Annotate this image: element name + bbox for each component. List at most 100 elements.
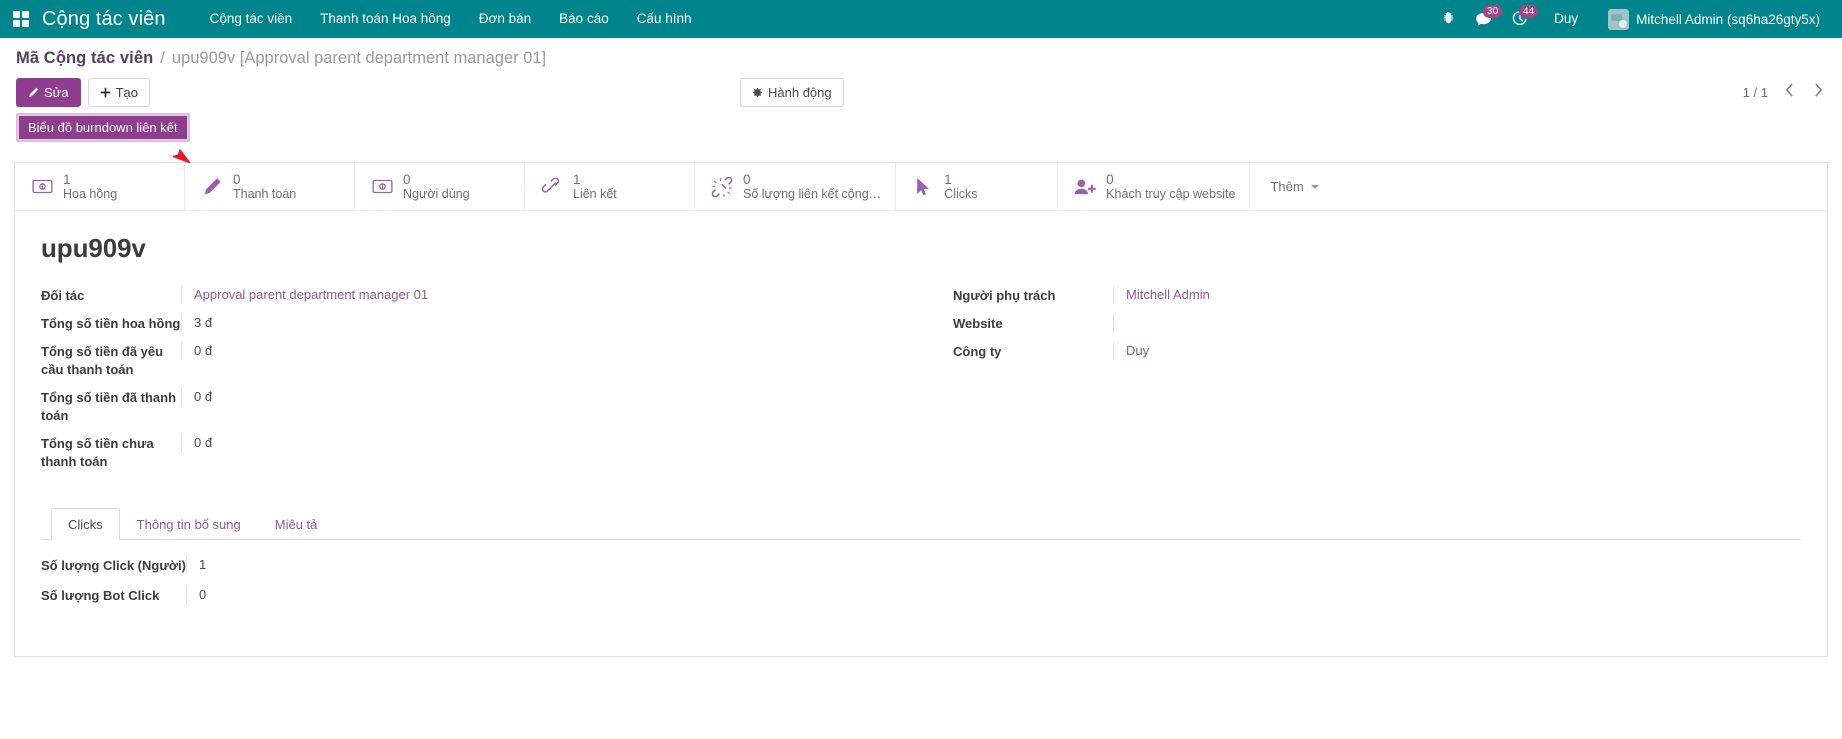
user-menu[interactable]: Mitchell Admin (sq6ha26gty5x) (1594, 0, 1828, 38)
stat-value: 1 (63, 172, 117, 187)
stat-label: Thanh toán (233, 187, 296, 201)
pencil-icon (201, 176, 223, 198)
field-label: Người phụ trách (953, 286, 1113, 305)
stat-value: 0 (743, 172, 881, 187)
company-switcher[interactable]: Duy (1538, 0, 1594, 38)
nav-menu-thanh-toan-hoa-hong[interactable]: Thanh toán Hoa hồng (306, 0, 465, 38)
stat-text: 1 Clicks (944, 172, 977, 201)
burndown-chart-button[interactable]: Biểu đồ burndown liên kết (16, 113, 190, 142)
field-so-luong-bot-click: Số lượng Bot Click 0 (41, 586, 1801, 605)
nav-menu-cong-tac-vien[interactable]: Cộng tác viên (196, 0, 307, 38)
stat-value: 1 (944, 172, 977, 187)
stat-text: 0 Khách truy cập website (1106, 172, 1235, 201)
field-value (1113, 314, 1801, 332)
form-column-left: Đối tác Approval parent department manag… (41, 286, 921, 480)
money-bill-icon (31, 176, 53, 198)
field-value: 3 đ (181, 314, 921, 332)
tab-thong-tin-bo-sung[interactable]: Thông tin bổ sung (120, 508, 258, 540)
breadcrumb-separator: / (160, 49, 165, 68)
page-title: upu909v (41, 233, 1801, 264)
stat-more-dropdown[interactable]: Thêm (1250, 163, 1338, 210)
field-value: 1 (186, 556, 1801, 574)
field-value[interactable]: Duy (1113, 342, 1801, 360)
stat-button-lien-ket[interactable]: 1 Liên kết (525, 163, 695, 210)
field-label: Số lượng Click (Người) (41, 556, 186, 575)
field-tong-so-tien-da-yeu-cau-thanh-toan: Tổng số tiền đã yêu cầu thanh toán 0 đ (41, 342, 921, 379)
nav-menu-bao-cao[interactable]: Báo cáo (545, 0, 623, 38)
bug-icon[interactable] (1432, 0, 1465, 38)
stat-label: Liên kết (573, 187, 617, 201)
messages-count-badge: 30 (1483, 5, 1502, 18)
tab-clicks[interactable]: Clicks (51, 508, 120, 540)
field-label: Tổng số tiền hoa hồng (41, 314, 181, 333)
create-button-label: Tạo (116, 84, 138, 101)
edit-button-label: Sửa (44, 84, 69, 101)
breadcrumb: Mã Cộng tác viên / upu909v [Approval par… (0, 38, 1842, 68)
form-sheet: 1 Hoa hồng 0 Thanh toán (14, 162, 1828, 657)
stat-button-bar: 1 Hoa hồng 0 Thanh toán (15, 163, 1827, 211)
stat-text: 0 Người dùng (403, 172, 470, 201)
mouse-pointer-icon (912, 176, 934, 198)
stat-value: 1 (573, 172, 617, 187)
field-tong-so-tien-hoa-hong: Tổng số tiền hoa hồng 3 đ (41, 314, 921, 333)
chevron-left-icon[interactable] (1782, 83, 1797, 101)
chevron-down-icon (1311, 185, 1319, 189)
burndown-row: Biểu đồ burndown liên kết (0, 108, 1842, 153)
nav-menu-don-ban[interactable]: Đơn bán (465, 0, 545, 38)
plus-icon (100, 87, 111, 98)
money-bill-icon (371, 176, 393, 198)
stat-button-hoa-hong[interactable]: 1 Hoa hồng (15, 163, 185, 210)
field-label: Tổng số tiền đã yêu cầu thanh toán (41, 342, 181, 379)
field-value: 0 (186, 586, 1801, 604)
field-label: Công ty (953, 342, 1113, 361)
action-button[interactable]: Hành động (740, 78, 844, 107)
activities-count-badge: 44 (1519, 5, 1538, 18)
stat-text: 1 Hoa hồng (63, 172, 117, 201)
activities-clock-icon[interactable]: 44 (1502, 0, 1538, 38)
field-label: Số lượng Bot Click (41, 586, 186, 605)
stat-label: Khách truy cập website (1106, 187, 1235, 201)
stat-button-clicks[interactable]: 1 Clicks (896, 163, 1058, 210)
stat-button-so-luong-lien-ket-cong[interactable]: 0 Số lượng liên kết cộng… (695, 163, 896, 210)
field-tong-so-tien-chua-thanh-toan: Tổng số tiền chưa thanh toán 0 đ (41, 434, 921, 471)
field-doi-tac: Đối tác Approval parent department manag… (41, 286, 921, 305)
field-value[interactable]: Mitchell Admin (1113, 286, 1801, 304)
field-value: 0 đ (181, 342, 921, 360)
field-value: 0 đ (181, 388, 921, 406)
form-body: upu909v Đối tác Approval parent departme… (15, 211, 1827, 636)
breadcrumb-root-link[interactable]: Mã Cộng tác viên (16, 49, 153, 68)
field-website: Website (953, 314, 1801, 333)
breadcrumb-current: upu909v [Approval parent department mana… (172, 49, 546, 68)
form-column-right: Người phụ trách Mitchell Admin Website C… (921, 286, 1801, 480)
action-button-label: Hành động (768, 84, 832, 101)
nav-menu-cau-hinh[interactable]: Cấu hình (623, 0, 706, 38)
pencil-icon (28, 87, 39, 98)
create-button[interactable]: Tạo (88, 78, 150, 107)
stat-button-nguoi-dung[interactable]: 0 Người dùng (355, 163, 525, 210)
field-label: Website (953, 314, 1113, 333)
notebook-tabs: Clicks Thông tin bổ sung Miêu tả (41, 508, 1801, 540)
stat-button-thanh-toan[interactable]: 0 Thanh toán (185, 163, 355, 210)
tab-mieu-ta[interactable]: Miêu tả (258, 508, 335, 540)
field-so-luong-click-nguoi: Số lượng Click (Người) 1 (41, 556, 1801, 575)
edit-button[interactable]: Sửa (16, 78, 81, 107)
field-nguoi-phu-trach: Người phụ trách Mitchell Admin (953, 286, 1801, 305)
stat-label: Hoa hồng (63, 187, 117, 201)
pager-text: 1 / 1 (1743, 85, 1768, 100)
chevron-right-icon[interactable] (1811, 83, 1826, 101)
apps-grid-icon[interactable] (0, 0, 42, 38)
field-tong-so-tien-da-thanh-toan: Tổng số tiền đã thanh toán 0 đ (41, 388, 921, 425)
notebook: Clicks Thông tin bổ sung Miêu tả Số lượn… (41, 508, 1801, 626)
stat-more-label: Thêm (1270, 179, 1303, 194)
field-value[interactable]: Approval parent department manager 01 (181, 286, 921, 304)
field-label: Tổng số tiền chưa thanh toán (41, 434, 181, 471)
app-brand-title[interactable]: Cộng tác viên (42, 8, 196, 31)
messages-icon[interactable]: 30 (1465, 0, 1502, 38)
stat-label: Clicks (944, 187, 977, 201)
stat-value: 0 (1106, 172, 1235, 187)
top-navbar: Cộng tác viên Cộng tác viên Thanh toán H… (0, 0, 1842, 38)
stat-value: 0 (403, 172, 470, 187)
stat-button-khach-truy-cap-website[interactable]: 0 Khách truy cập website (1058, 163, 1250, 210)
stat-text: 0 Thanh toán (233, 172, 296, 201)
field-label: Tổng số tiền đã thanh toán (41, 388, 181, 425)
